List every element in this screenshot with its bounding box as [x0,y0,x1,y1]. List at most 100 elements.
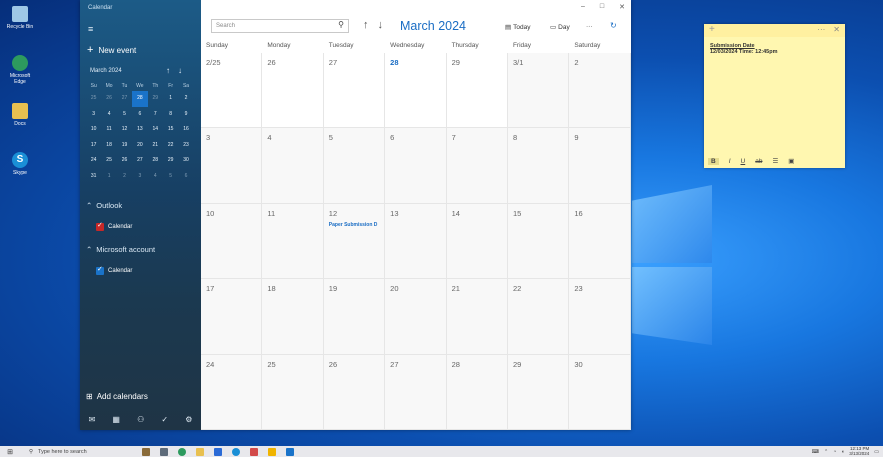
more-options-button[interactable]: ··· [586,23,593,30]
day-cell[interactable]: 8 [507,128,570,204]
chevron-up-icon[interactable]: ⌃ [824,449,828,455]
close-icon[interactable]: ✕ [833,25,840,34]
close-button[interactable]: ✕ [619,3,625,11]
day-cell[interactable]: 11 [262,203,324,280]
todo-icon[interactable]: ✓ [161,415,168,424]
day-cell[interactable]: 15 [507,203,570,280]
people-icon[interactable]: ⚇ [137,415,144,424]
day-cell[interactable]: 2 [569,53,631,129]
mini-day[interactable]: 7 [148,107,163,123]
minimize-button[interactable]: – [581,3,585,11]
mini-day[interactable]: 18 [101,138,116,154]
previous-arrow-icon[interactable]: ↑ [363,19,369,31]
day-cell[interactable]: 14 [446,203,508,280]
mini-day[interactable]: 23 [178,138,193,154]
day-cell[interactable]: 27 [385,354,447,430]
day-cell[interactable]: 22 [507,279,570,355]
day-cell[interactable]: 10 [201,203,263,280]
mini-next-arrow-icon[interactable]: ↓ [178,66,182,75]
mini-day[interactable]: 3 [132,169,147,185]
mini-day[interactable]: 31 [86,169,101,185]
day-cell[interactable]: 4 [262,128,324,204]
mini-day[interactable]: 27 [117,91,132,107]
mini-prev-arrow-icon[interactable]: ↑ [166,66,170,75]
mini-day-today[interactable]: 28 [132,91,148,107]
day-cell[interactable]: 13 [385,203,447,280]
mini-day[interactable]: 26 [117,153,132,169]
file-explorer-icon[interactable] [196,447,204,456]
mini-day[interactable]: 10 [86,122,101,138]
mini-day[interactable]: 14 [148,122,163,138]
day-cell[interactable]: 25 [262,354,324,430]
mini-day[interactable]: 1 [163,91,178,107]
desktop-icon-recycle-bin[interactable]: Recycle Bin [4,6,36,30]
mini-day[interactable]: 29 [163,153,178,169]
desktop-icon-docs[interactable]: Docs [4,103,36,127]
underline-button[interactable]: U [741,158,746,165]
mini-day[interactable]: 16 [178,122,193,138]
bold-button[interactable]: B [708,157,719,165]
network-icon[interactable]: ◔ [833,449,836,455]
day-cell[interactable]: 26 [262,53,324,129]
day-cell[interactable]: 24 [201,354,263,430]
sticky-notes-icon[interactable] [268,447,276,456]
mini-day[interactable]: 28 [148,153,163,169]
clock[interactable]: 12:13 PM 3/13/2024 [849,446,869,456]
day-cell-today[interactable]: 28 [385,53,447,129]
hamburger-menu-icon[interactable]: ≡ [88,24,93,34]
day-cell[interactable]: 2/25 [201,53,263,129]
account-outlook-toggle[interactable]: ⌃ Outlook [86,201,122,210]
day-cell[interactable]: 30 [569,354,631,430]
mini-day[interactable]: 20 [132,138,147,154]
task-view-icon[interactable] [142,447,150,456]
calendar-icon[interactable]: ▦ [112,415,120,424]
bullet-list-button[interactable]: ☰ [772,157,778,165]
day-view-button[interactable]: ▭ Day [550,23,570,32]
checkbox-icon[interactable] [96,221,104,231]
mini-day[interactable]: 4 [148,169,163,185]
mini-day[interactable]: 8 [163,107,178,123]
mini-day[interactable]: 6 [178,169,193,185]
mail-icon[interactable]: ✉ [89,415,96,424]
day-cell[interactable]: 3/1 [507,53,570,129]
maximize-button[interactable]: □ [600,3,604,11]
day-cell[interactable]: 23 [569,279,631,355]
app-icon[interactable] [250,447,258,456]
day-cell[interactable]: 19 [323,279,386,355]
keyboard-icon[interactable]: ⌨ [812,449,819,455]
mini-day[interactable]: 5 [163,169,178,185]
mini-day[interactable]: 2 [117,169,132,185]
more-icon[interactable]: ··· [817,25,825,34]
day-cell[interactable]: 16 [569,203,631,280]
day-cell[interactable]: 28 [446,354,508,430]
mini-day[interactable]: 26 [101,91,116,107]
mini-day[interactable]: 2 [178,91,193,107]
sticky-note[interactable]: + ··· ✕ Submission Date 12/03/2024 Time:… [704,24,845,168]
day-cell[interactable]: 20 [385,279,447,355]
mini-day[interactable]: 1 [101,169,116,185]
mini-day[interactable]: 12 [117,122,132,138]
day-cell[interactable]: 18 [262,279,324,355]
today-button[interactable]: ▤ Today [505,23,531,32]
mini-day[interactable]: 15 [163,122,178,138]
day-cell[interactable]: 12 Paper Submission D [323,203,386,280]
new-event-button[interactable]: + New event [87,44,136,56]
next-arrow-icon[interactable]: ↓ [378,19,384,31]
day-cell[interactable]: 17 [201,279,263,355]
mini-day[interactable]: 19 [117,138,132,154]
sync-icon[interactable]: ↻ [610,21,617,30]
day-cell[interactable]: 6 [385,128,447,204]
mini-day[interactable]: 27 [132,153,147,169]
day-cell[interactable]: 5 [323,128,386,204]
settings-gear-icon[interactable]: ⚙ [185,415,192,424]
search-icon[interactable]: ⚲ [338,19,344,31]
mini-day[interactable]: 29 [148,91,163,107]
account-microsoft-toggle[interactable]: ⌃ Microsoft account [86,245,155,254]
day-cell[interactable]: 26 [323,354,386,430]
sticky-note-header[interactable]: + ··· ✕ [704,24,845,37]
mini-day[interactable]: 22 [163,138,178,154]
add-calendars-button[interactable]: ⊞ Add calendars [86,392,148,401]
calendar-app-icon[interactable] [286,447,294,456]
mini-day[interactable]: 6 [132,107,147,123]
calendar-item-outlook[interactable]: Calendar [96,221,132,231]
